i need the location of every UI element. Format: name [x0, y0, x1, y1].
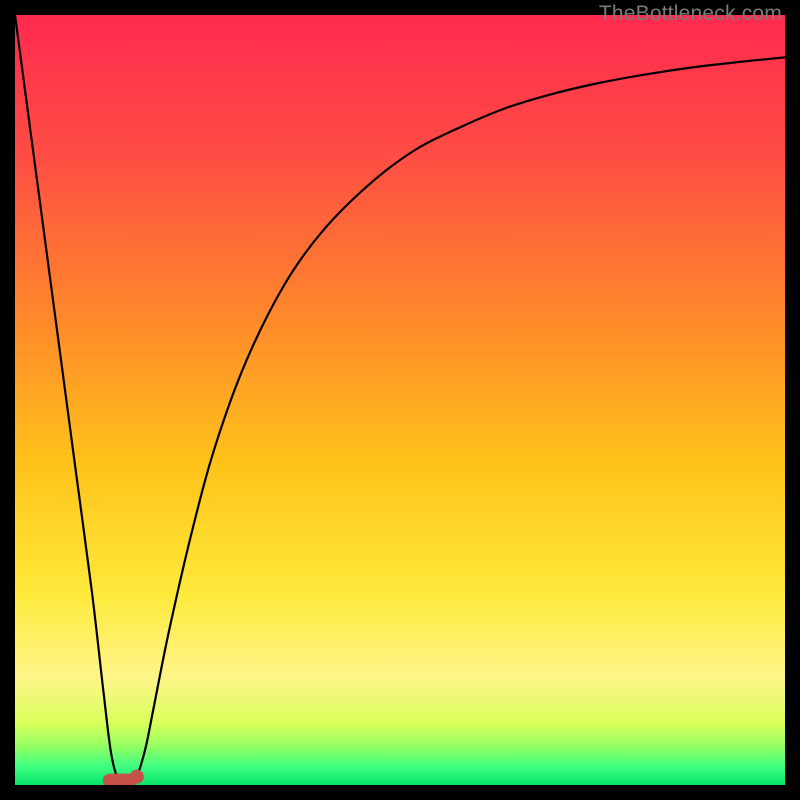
bottleneck-chart	[15, 15, 785, 785]
plot-background	[15, 15, 785, 785]
marker-head	[130, 770, 144, 784]
chart-frame	[15, 15, 785, 785]
watermark-text: TheBottleneck.com	[599, 2, 782, 26]
